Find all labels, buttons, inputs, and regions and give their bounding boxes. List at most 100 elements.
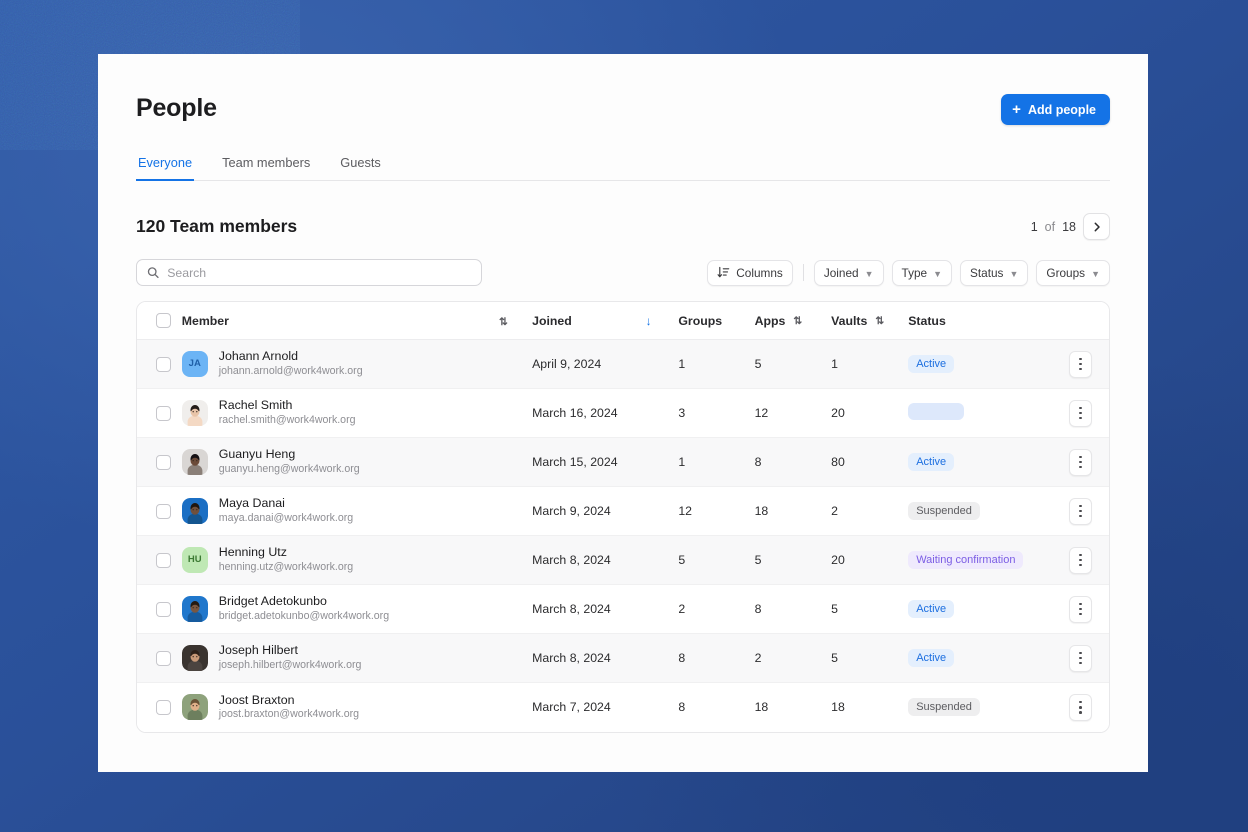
filter-joined[interactable]: Joined ▼ — [813, 259, 884, 286]
status-badge: Active — [908, 453, 955, 471]
filter-type[interactable]: Type ▼ — [891, 259, 953, 286]
cell-actions — [1055, 683, 1109, 732]
cell-spacer — [499, 438, 532, 487]
table-row[interactable]: JA Johann Arnold johann.arnold@work4work.o… — [137, 339, 1109, 389]
avatar: HU — [181, 546, 208, 573]
sort-descending-icon: ↓ — [645, 313, 652, 328]
row-checkbox[interactable] — [156, 405, 171, 421]
row-checkbox[interactable] — [156, 552, 171, 568]
cell-spacer — [499, 634, 532, 683]
cell-groups: 2 — [678, 602, 686, 616]
page-of-label: of — [1044, 219, 1056, 234]
cell-status — [908, 389, 1054, 438]
cell-vaults: 20 — [831, 553, 845, 567]
member-name: Joseph Hilbert — [218, 643, 298, 658]
member-email: joseph.hilbert@work4work.org — [218, 658, 362, 671]
cell-spacer — [499, 340, 532, 389]
row-menu-button[interactable] — [1069, 644, 1092, 672]
table-row[interactable]: HU Henning Utz henning.utz@work4work.org Ma… — [137, 535, 1109, 585]
columns-button[interactable]: Columns — [707, 259, 793, 286]
tab-everyone[interactable]: Everyone — [136, 155, 195, 181]
cell-member: Joseph Hilbert joseph.hilbert@work4work.o… — [181, 634, 499, 683]
th-joined-sort[interactable]: ↓ — [645, 302, 679, 340]
avatar: JA — [181, 350, 208, 377]
cell-vaults: 5 — [831, 602, 838, 616]
cell-select — [137, 536, 182, 585]
table-row[interactable]: Joseph Hilbert joseph.hilbert@work4work.o… — [137, 633, 1109, 683]
row-checkbox[interactable] — [156, 454, 171, 470]
member-email: rachel.smith@work4work.org — [218, 413, 356, 426]
table-toolbar: Columns Joined ▼ Type ▼ Status ▼ Groups — [136, 259, 1110, 286]
table-row[interactable]: Joost Braxton joost.braxton@work4work.org… — [137, 682, 1109, 732]
row-menu-button[interactable] — [1069, 350, 1092, 378]
avatar-photo — [181, 497, 208, 524]
next-page-button[interactable] — [1083, 213, 1110, 240]
cell-status: Waiting confirmation — [908, 536, 1054, 585]
kebab-menu-icon — [1079, 357, 1082, 361]
table-row[interactable]: Bridget Adetokunbo bridget.adetokunbo@wor… — [137, 584, 1109, 634]
row-checkbox[interactable] — [156, 356, 171, 372]
filter-status[interactable]: Status ▼ — [960, 259, 1029, 286]
th-joined-label: Joined — [532, 313, 572, 328]
th-joined[interactable]: Joined — [532, 302, 646, 340]
cell-spacer — [646, 487, 679, 536]
row-checkbox[interactable] — [156, 699, 171, 715]
filter-groups-label: Groups — [1046, 265, 1086, 280]
th-status[interactable]: Status — [908, 302, 1055, 340]
cell-select — [137, 389, 182, 438]
add-people-button[interactable]: + Add people — [1001, 94, 1110, 125]
th-vaults[interactable]: Vaults ⇅ — [831, 302, 909, 340]
member-name: Guanyu Heng — [218, 447, 296, 462]
cell-select — [137, 438, 182, 487]
avatar — [181, 497, 208, 524]
cell-spacer — [499, 487, 532, 536]
row-checkbox[interactable] — [156, 601, 171, 617]
th-apps[interactable]: Apps ⇅ — [754, 302, 832, 340]
search-input[interactable] — [167, 265, 471, 280]
cell-actions — [1055, 585, 1109, 634]
tab-guests[interactable]: Guests — [338, 155, 383, 181]
add-people-label: Add people — [1027, 102, 1096, 117]
th-status-label: Status — [908, 313, 946, 328]
th-member-sort[interactable]: ⇅ — [499, 302, 533, 340]
cell-member: HU Henning Utz henning.utz@work4work.org — [181, 536, 499, 585]
th-groups[interactable]: Groups — [678, 302, 755, 340]
table-row[interactable]: Maya Danai maya.danai@work4work.org March … — [137, 486, 1109, 536]
cell-joined: March 8, 2024 — [532, 553, 611, 567]
status-badge: Waiting confirmation — [908, 551, 1024, 569]
member-email: johann.arnold@work4work.org — [218, 364, 363, 377]
avatar — [181, 644, 208, 671]
cell-spacer — [646, 585, 679, 634]
filter-type-label: Type — [901, 265, 928, 280]
row-checkbox[interactable] — [156, 650, 171, 666]
filter-groups[interactable]: Groups ▼ — [1036, 259, 1110, 286]
row-menu-button[interactable] — [1069, 497, 1092, 525]
summary-row: 120 Team members 1 of 18 — [136, 213, 1110, 240]
th-member[interactable]: Member — [181, 302, 500, 340]
row-menu-button[interactable] — [1069, 546, 1092, 574]
cell-joined: March 7, 2024 — [532, 700, 611, 715]
th-vaults-label: Vaults — [831, 313, 868, 328]
table-header: Member ⇅ Joined ↓ Groups Apps ⇅ Vaults ⇅… — [137, 302, 1109, 340]
tab-team-members[interactable]: Team members — [220, 155, 312, 181]
row-menu-button[interactable] — [1069, 595, 1092, 623]
search-box[interactable] — [136, 259, 482, 286]
avatar-photo — [181, 644, 208, 671]
cell-spacer — [646, 634, 679, 683]
table-row[interactable]: Rachel Smith rachel.smith@work4work.org Ma… — [137, 388, 1109, 438]
table-row[interactable]: Guanyu Heng guanyu.heng@work4work.org Marc… — [137, 437, 1109, 487]
cell-spacer — [646, 683, 679, 732]
kebab-menu-icon — [1079, 553, 1082, 557]
select-all-checkbox[interactable] — [156, 313, 171, 328]
row-menu-button[interactable] — [1069, 399, 1092, 427]
cell-status: Active — [908, 585, 1054, 634]
cell-vaults: 2 — [831, 504, 838, 518]
avatar — [181, 694, 208, 721]
member-name: Bridget Adetokunbo — [218, 594, 327, 609]
row-menu-button[interactable] — [1069, 448, 1092, 476]
row-checkbox[interactable] — [156, 503, 171, 519]
row-menu-button[interactable] — [1069, 693, 1092, 721]
cell-apps: 12 — [754, 406, 769, 420]
table-body: JA Johann Arnold johann.arnold@work4work.o… — [137, 339, 1109, 732]
th-apps-label: Apps — [754, 313, 786, 328]
